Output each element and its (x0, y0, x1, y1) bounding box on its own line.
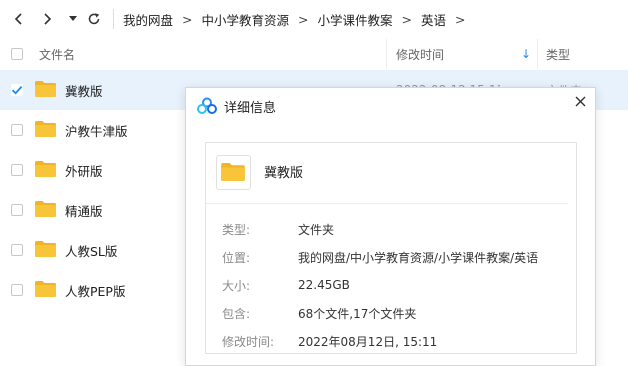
modified-label: 修改时间: (222, 334, 275, 349)
file-name: 人教SL版 (65, 243, 118, 259)
breadcrumb-separator: > (401, 11, 412, 27)
divider (206, 203, 568, 204)
contains-label: 包含: (222, 306, 251, 321)
forward-button[interactable] (37, 9, 57, 29)
sort-desc-icon[interactable]: ↓ (521, 39, 531, 69)
folder-icon (35, 81, 56, 97)
navigation-bar: 我的网盘 > 中小学教育资源 > 小学课件教案 > 英语 > (0, 0, 628, 38)
row-checkbox[interactable] (11, 124, 23, 136)
history-dropdown-button[interactable] (63, 9, 83, 29)
breadcrumb-separator: > (455, 11, 466, 27)
refresh-icon (88, 13, 100, 25)
type-value: 文件夹 (298, 222, 335, 237)
file-name: 精通版 (65, 203, 103, 219)
file-list-header: 文件名 修改时间 ↓ 类型 (0, 39, 628, 69)
type-column-header[interactable]: 类型 (546, 39, 570, 69)
refresh-button[interactable] (84, 9, 104, 29)
select-all-checkbox[interactable] (11, 48, 23, 60)
breadcrumb-separator: > (182, 11, 193, 27)
details-dialog: 详细信息 冀教版 类型: 文件夹 位置: 我的网盘/中小学教育资源/小学课件教案… (185, 87, 596, 366)
dialog-title: 详细信息 (224, 100, 277, 116)
folder-icon (35, 281, 56, 297)
nav-divider (113, 9, 114, 29)
filename-column-header[interactable]: 文件名 (39, 39, 75, 69)
row-checkbox[interactable] (11, 164, 23, 176)
breadcrumb-item[interactable]: 英语 (421, 10, 446, 29)
chevron-right-icon (44, 13, 52, 25)
checkmark-icon (11, 85, 23, 95)
close-icon (575, 96, 585, 106)
type-label: 类型: (222, 222, 251, 237)
item-thumbnail (216, 155, 251, 190)
chevron-left-icon (14, 13, 22, 25)
row-checkbox[interactable] (11, 204, 23, 216)
folder-icon (35, 161, 56, 177)
file-name: 冀教版 (65, 83, 103, 99)
file-name: 人教PEP版 (65, 283, 126, 299)
size-label: 大小: (222, 278, 251, 293)
item-name: 冀教版 (264, 165, 304, 181)
modified-value: 2022年08月12日, 15:11 (298, 334, 438, 349)
file-name: 沪教牛津版 (65, 123, 128, 139)
location-value[interactable]: 我的网盘/中小学教育资源/小学课件教案/英语 (298, 248, 538, 266)
row-checkbox[interactable] (11, 284, 23, 296)
contains-value: 68个文件,17个文件夹 (298, 306, 417, 321)
size-value: 22.45GB (298, 278, 350, 292)
breadcrumb-item[interactable]: 我的网盘 (123, 10, 173, 29)
row-checkbox[interactable] (11, 244, 23, 256)
row-checkbox[interactable] (11, 84, 23, 96)
folder-icon (35, 201, 56, 217)
folder-icon (35, 121, 56, 137)
back-button[interactable] (9, 9, 29, 29)
folder-icon (221, 163, 245, 181)
modified-column-header[interactable]: 修改时间 (396, 39, 444, 69)
cloud-logo-icon (197, 97, 217, 114)
folder-icon (35, 241, 56, 257)
breadcrumb: 我的网盘 > 中小学教育资源 > 小学课件教案 > 英语 > (123, 10, 475, 28)
details-card: 冀教版 类型: 文件夹 位置: 我的网盘/中小学教育资源/小学课件教案/英语 大… (205, 142, 577, 354)
file-name: 外研版 (65, 163, 103, 179)
caret-down-icon (69, 16, 77, 21)
breadcrumb-separator: > (298, 11, 309, 27)
location-label: 位置: (222, 250, 251, 265)
breadcrumb-item[interactable]: 小学课件教案 (318, 10, 393, 29)
close-button[interactable] (571, 92, 589, 110)
column-divider (537, 39, 538, 69)
breadcrumb-item[interactable]: 中小学教育资源 (202, 10, 290, 29)
column-divider (386, 39, 387, 69)
